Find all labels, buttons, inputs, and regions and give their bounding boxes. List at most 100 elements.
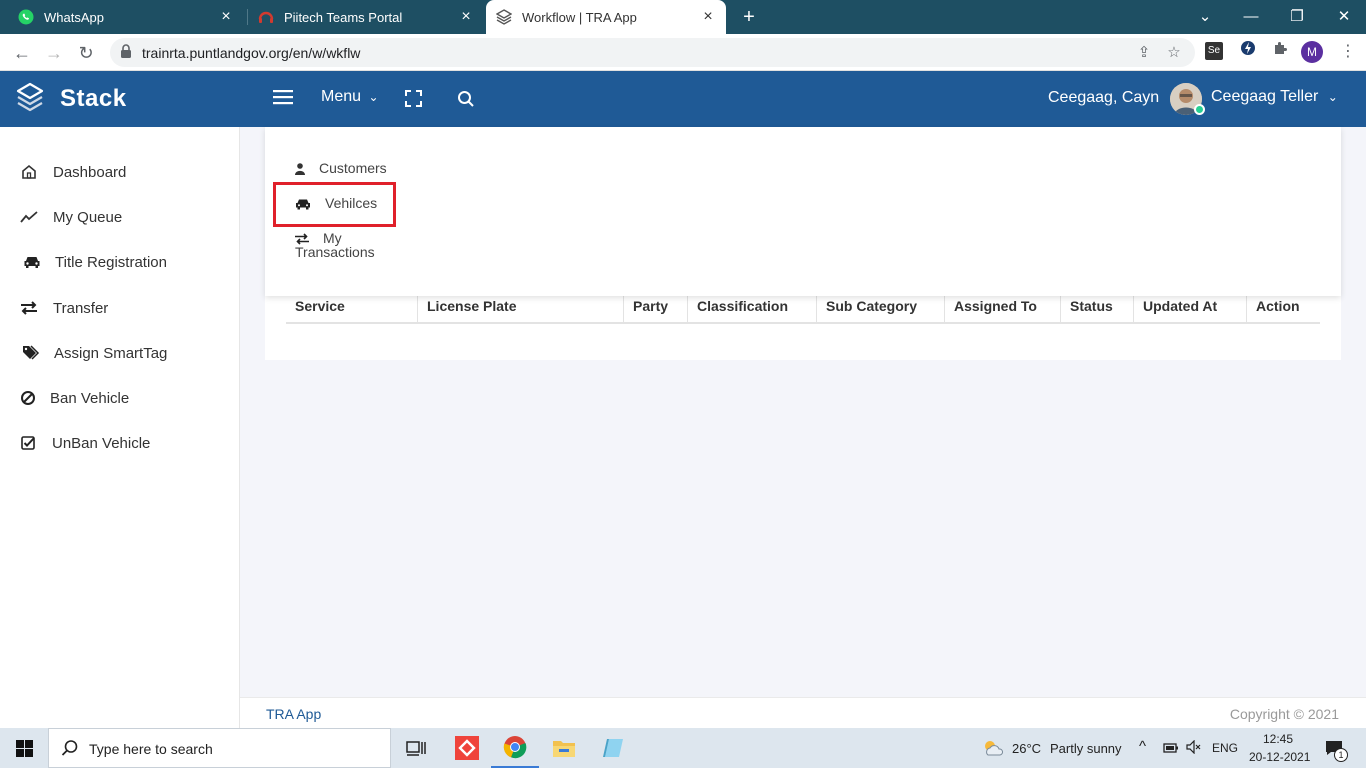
new-tab-button[interactable]: + (738, 6, 760, 28)
tab-title: Piitech Teams Portal (284, 9, 403, 25)
close-tab-icon[interactable]: × (218, 9, 234, 25)
tab-title: WhatsApp (44, 9, 104, 25)
reload-icon[interactable]: ↻ (74, 41, 98, 65)
tags-icon (21, 343, 41, 363)
windows-start-icon[interactable] (0, 728, 48, 768)
speaker-muted-icon[interactable] (1186, 739, 1202, 755)
sidebar-item-my-queue[interactable]: My Queue (0, 197, 240, 237)
sidebar-item-assign-smarttag[interactable]: Assign SmartTag (0, 333, 240, 373)
column-header[interactable]: Status (1060, 296, 1133, 324)
language-indicator[interactable]: ENG (1212, 741, 1238, 755)
notepad-app-icon[interactable] (589, 728, 637, 768)
sidebar-item-label: UnBan Vehicle (52, 434, 151, 452)
sidebar-item-label: Assign SmartTag (54, 344, 168, 362)
menu-item-label: Transactions (295, 244, 375, 261)
forward-arrow-icon[interactable]: → (42, 41, 66, 65)
column-header[interactable]: Classification (687, 296, 816, 324)
tab-search-chevron-icon[interactable]: ⌄ (1194, 6, 1216, 28)
browser-menu-icon[interactable]: ⋮ (1340, 40, 1356, 64)
footer-app-link[interactable]: TRA App (266, 706, 321, 722)
sidebar: Dashboard My Queue Title Registration Tr… (0, 127, 240, 728)
menu-label: Menu (321, 88, 362, 105)
browser-tab-strip: WhatsApp × Piitech Teams Portal × Workfl… (0, 0, 1366, 34)
fullscreen-expand-icon[interactable] (405, 90, 422, 107)
back-arrow-icon[interactable]: ← (10, 41, 34, 65)
sidebar-item-transfer[interactable]: Transfer (0, 288, 240, 328)
stack-logo-icon (16, 82, 44, 117)
address-bar: ← → ↻ trainrta.puntlandgov.org/en/w/wkfl… (0, 34, 1366, 71)
close-tab-icon[interactable]: × (700, 9, 716, 25)
trend-line-icon (19, 207, 39, 227)
tab-workflow[interactable]: Workflow | TRA App × (486, 0, 726, 34)
tab-title: Workflow | TRA App (522, 9, 637, 25)
extensions-puzzle-icon[interactable] (1269, 40, 1291, 62)
sidebar-item-dashboard[interactable]: Dashboard (0, 152, 240, 192)
file-explorer-icon[interactable] (540, 728, 588, 768)
chrome-app-icon[interactable] (491, 728, 539, 768)
anydesk-app-icon[interactable] (443, 728, 491, 768)
restore-window-icon[interactable]: ❐ (1286, 6, 1308, 28)
chevron-down-icon: ⌄ (368, 90, 379, 104)
sidebar-item-label: Transfer (53, 299, 109, 317)
headset-icon (258, 9, 274, 25)
share-icon[interactable]: ⇪ (1134, 43, 1154, 63)
column-header[interactable]: Sub Category (816, 296, 944, 324)
menu-dropdown-button[interactable]: Menu ⌄ (321, 88, 379, 106)
menu-item-customers[interactable]: Customers (295, 160, 387, 176)
column-header[interactable]: License Plate (417, 296, 623, 324)
column-header[interactable]: Service (286, 296, 417, 324)
sidebar-item-label: Title Registration (55, 253, 167, 271)
chevron-down-icon: ⌄ (1327, 90, 1338, 104)
user-name: Ceegaag Teller (1211, 88, 1319, 105)
windows-taskbar: Type here to search 26°C Partly sunny ^ … (0, 728, 1366, 768)
user-short-name: Ceegaag, Cayn (1048, 89, 1160, 106)
bookmark-star-icon[interactable]: ☆ (1164, 43, 1184, 63)
url-field[interactable]: trainrta.puntlandgov.org/en/w/wkflw ⇪ ☆ (110, 38, 1195, 67)
url-text: trainrta.puntlandgov.org/en/w/wkflw (142, 45, 361, 61)
home-icon (19, 162, 39, 182)
search-icon[interactable] (457, 90, 475, 108)
stack-logo-icon (496, 9, 512, 25)
column-header[interactable]: Party (623, 296, 687, 324)
tab-teams-portal[interactable]: Piitech Teams Portal × (248, 0, 484, 34)
bolt-extension-icon[interactable] (1237, 40, 1259, 62)
sidebar-item-label: Dashboard (53, 163, 127, 181)
hamburger-menu-icon[interactable] (273, 88, 293, 106)
weather-desc[interactable]: Partly sunny (1050, 741, 1122, 756)
lock-icon (120, 44, 134, 60)
close-tab-icon[interactable]: × (458, 9, 474, 25)
online-status-indicator (1194, 104, 1205, 115)
column-header[interactable]: Action (1246, 296, 1320, 324)
sidebar-item-ban-vehicle[interactable]: Ban Vehicle (0, 378, 240, 418)
task-view-icon[interactable] (392, 728, 440, 768)
taskbar-search-box[interactable]: Type here to search (48, 728, 391, 768)
tab-whatsapp[interactable]: WhatsApp × (8, 0, 244, 34)
menu-item-label: Customers (319, 160, 387, 176)
app-footer: TRA App Copyright © 2021 (240, 697, 1366, 728)
sidebar-item-unban-vehicle[interactable]: UnBan Vehicle (0, 423, 240, 463)
weather-temp[interactable]: 26°C (1012, 741, 1041, 756)
profile-avatar[interactable]: M (1301, 41, 1323, 63)
battery-icon[interactable] (1163, 741, 1179, 753)
sidebar-item-title-registration[interactable]: Title Registration (0, 242, 240, 282)
menu-dropdown-panel: Customers Vehilces My Transactions (265, 127, 1341, 296)
user-menu-button[interactable]: Ceegaag Teller ⌄ (1211, 88, 1338, 106)
column-header[interactable]: Assigned To (944, 296, 1060, 324)
app-header: Stack Menu ⌄ Ceegaag, Cayn Ceegaag Telle… (0, 71, 1366, 127)
clock-date[interactable]: 20-12-2021 (1249, 750, 1310, 764)
notification-count-badge: 1 (1334, 748, 1348, 762)
selenium-extension-icon[interactable]: Se (1205, 42, 1223, 60)
brand[interactable]: Stack (0, 71, 240, 127)
brand-name: Stack (60, 85, 127, 112)
car-icon (22, 252, 42, 272)
sidebar-item-label: Ban Vehicle (50, 389, 130, 407)
column-header[interactable]: Updated At (1133, 296, 1246, 324)
close-window-icon[interactable]: ✕ (1333, 6, 1355, 28)
menu-item-my-transactions[interactable]: My Transactions (295, 231, 395, 259)
check-square-icon (18, 433, 38, 453)
minimize-window-icon[interactable]: — (1240, 6, 1262, 28)
whatsapp-icon (18, 9, 34, 25)
tray-chevron-up-icon[interactable]: ^ (1139, 738, 1146, 755)
clock-time[interactable]: 12:45 (1263, 732, 1293, 746)
search-icon (61, 739, 79, 757)
